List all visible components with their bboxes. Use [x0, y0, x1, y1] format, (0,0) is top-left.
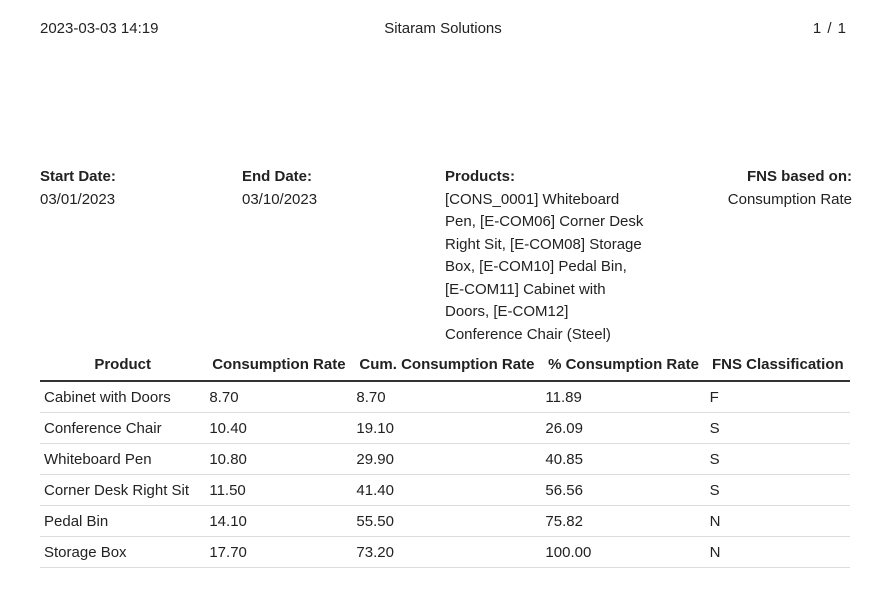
- company-name: Sitaram Solutions: [384, 20, 502, 37]
- end-date-value: 03/10/2023: [242, 190, 318, 208]
- table-row: Conference Chair 10.40 19.10 26.09 S: [40, 412, 850, 444]
- cell-product: Storage Box: [40, 536, 206, 568]
- end-date-label: End Date:: [242, 168, 313, 185]
- fns-based-on-filter: FNS based on: Consumption Rate: [692, 166, 852, 211]
- cell-pct-consumption-rate: 11.89: [541, 381, 706, 413]
- fns-based-on-value: Consumption Rate: [727, 190, 852, 208]
- products-label: Products:: [445, 168, 516, 185]
- cell-product: Whiteboard Pen: [40, 443, 206, 475]
- cell-cum-consumption-rate: 19.10: [352, 412, 542, 444]
- cell-consumption-rate: 17.70: [205, 536, 353, 568]
- cell-product: Cabinet with Doors: [40, 381, 206, 413]
- table-row: Pedal Bin 14.10 55.50 75.82 N: [40, 505, 850, 537]
- col-header-consumption-rate: Consumption Rate: [205, 353, 353, 382]
- cell-pct-consumption-rate: 40.85: [541, 443, 706, 475]
- table-row: Storage Box 17.70 73.20 100.00 N: [40, 536, 850, 568]
- cell-pct-consumption-rate: 75.82: [541, 505, 706, 537]
- cell-cum-consumption-rate: 29.90: [352, 443, 542, 475]
- cell-fns-classification: N: [705, 536, 850, 568]
- cell-cum-consumption-rate: 73.20: [352, 536, 542, 568]
- cell-fns-classification: N: [705, 505, 850, 537]
- cell-fns-classification: S: [705, 443, 850, 475]
- cell-cum-consumption-rate: 41.40: [352, 474, 542, 506]
- cell-cum-consumption-rate: 8.70: [352, 381, 542, 413]
- report-filters: Start Date: 03/01/2023 End Date: 03/10/2…: [40, 166, 852, 346]
- page-counter: 1 / 1: [812, 20, 846, 37]
- fns-analysis-table: Product Consumption Rate Cum. Consumptio…: [40, 353, 850, 568]
- cell-consumption-rate: 10.80: [205, 443, 353, 475]
- products-filter: Products: [CONS_0001] Whiteboard Pen, [E…: [445, 166, 650, 346]
- table-row: Whiteboard Pen 10.80 29.90 40.85 S: [40, 443, 850, 475]
- cell-pct-consumption-rate: 100.00: [541, 536, 706, 568]
- cell-product: Corner Desk Right Sit: [40, 474, 206, 506]
- products-value: [CONS_0001] Whiteboard Pen, [E-COM06] Co…: [445, 190, 644, 343]
- start-date-value: 03/01/2023: [40, 190, 116, 208]
- cell-consumption-rate: 14.10: [205, 505, 353, 537]
- table-row: Corner Desk Right Sit 11.50 41.40 56.56 …: [40, 474, 850, 506]
- col-header-product: Product: [40, 353, 206, 382]
- cell-consumption-rate: 10.40: [205, 412, 353, 444]
- cell-fns-classification: S: [705, 474, 850, 506]
- fns-based-on-label: FNS based on:: [746, 168, 852, 185]
- cell-pct-consumption-rate: 26.09: [541, 412, 706, 444]
- cell-consumption-rate: 8.70: [205, 381, 353, 413]
- cell-fns-classification: S: [705, 412, 850, 444]
- cell-fns-classification: F: [705, 381, 850, 413]
- cell-consumption-rate: 11.50: [205, 474, 353, 506]
- start-date-filter: Start Date: 03/01/2023: [40, 166, 230, 211]
- table-header-row: Product Consumption Rate Cum. Consumptio…: [40, 353, 850, 382]
- cell-product: Pedal Bin: [40, 505, 206, 537]
- page-header: 2023-03-03 14:19 Sitaram Solutions 1 / 1: [40, 20, 850, 40]
- cell-cum-consumption-rate: 55.50: [352, 505, 542, 537]
- start-date-label: Start Date:: [40, 168, 116, 185]
- cell-pct-consumption-rate: 56.56: [541, 474, 706, 506]
- col-header-pct-consumption-rate: % Consumption Rate: [541, 353, 706, 382]
- table-row: Cabinet with Doors 8.70 8.70 11.89 F: [40, 381, 850, 413]
- col-header-fns-classification: FNS Classification: [705, 353, 850, 382]
- cell-product: Conference Chair: [40, 412, 206, 444]
- end-date-filter: End Date: 03/10/2023: [242, 166, 432, 211]
- col-header-cum-consumption-rate: Cum. Consumption Rate: [352, 353, 542, 382]
